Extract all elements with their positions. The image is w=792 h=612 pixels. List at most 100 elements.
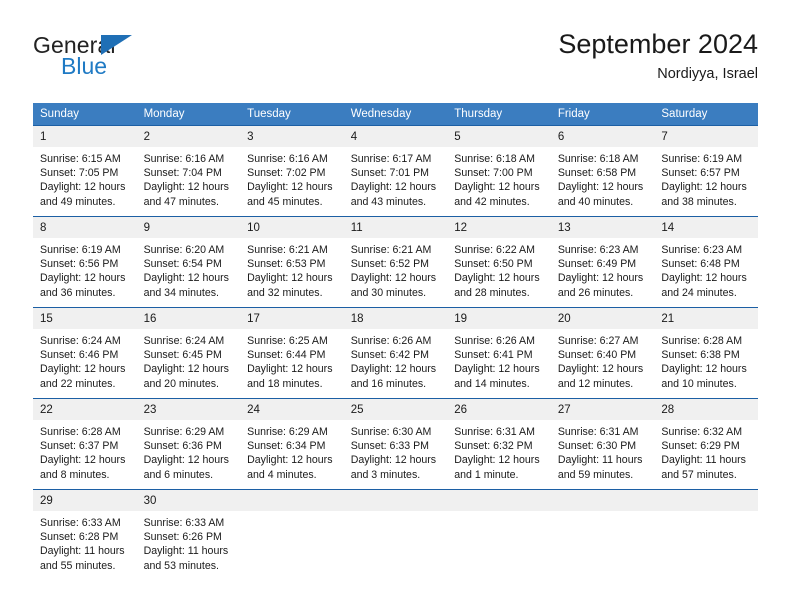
day-number: 19: [447, 308, 551, 329]
day-details: Sunrise: 6:32 AM Sunset: 6:29 PM Daylight:…: [654, 420, 758, 482]
day-details: Sunrise: 6:24 AM Sunset: 6:46 PM Daylight:…: [33, 329, 137, 391]
day-cell-empty: [240, 489, 344, 578]
day-number: 4: [343, 126, 448, 147]
day-number: [550, 490, 655, 511]
day-cell[interactable]: 28 Sunrise: 6:32 AM Sunset: 6:29 PM Dayligh…: [654, 398, 758, 490]
day-cell[interactable]: 21 Sunrise: 6:28 AM Sunset: 6:38 PM Dayligh…: [654, 307, 758, 399]
daylight-line-1: Daylight: 12 hours: [350, 363, 437, 376]
day-cell[interactable]: 25 Sunrise: 6:30 AM Sunset: 6:33 PM Dayligh…: [343, 398, 448, 490]
sunset-line: Sunset: 6:37 PM: [40, 440, 119, 453]
day-cell[interactable]: 1 Sunrise: 6:15 AM Sunset: 7:05 PM Daylight…: [33, 125, 137, 217]
daylight-line-2: and 10 minutes.: [661, 377, 737, 390]
day-cell[interactable]: 3 Sunrise: 6:16 AM Sunset: 7:02 PM Daylight…: [240, 125, 344, 217]
daylight-line-2: and 28 minutes.: [454, 286, 530, 299]
sunset-line: Sunset: 6:42 PM: [350, 349, 430, 362]
daylight-line-1: Daylight: 12 hours: [557, 181, 644, 194]
day-cell[interactable]: 29 Sunrise: 6:33 AM Sunset: 6:28 PM Dayligh…: [33, 489, 137, 578]
day-details: [344, 511, 448, 516]
day-cell[interactable]: 26 Sunrise: 6:31 AM Sunset: 6:32 PM Dayligh…: [447, 398, 551, 490]
day-cell[interactable]: 7 Sunrise: 6:19 AM Sunset: 6:57 PM Daylight…: [654, 125, 758, 217]
day-cell-empty: [447, 489, 551, 578]
day-details: Sunrise: 6:25 AM Sunset: 6:44 PM Daylight:…: [240, 329, 344, 391]
sunrise-line: Sunrise: 6:27 AM: [557, 335, 639, 347]
day-number: 7: [654, 126, 758, 147]
day-number: 24: [240, 399, 344, 420]
day-cell[interactable]: 27 Sunrise: 6:31 AM Sunset: 6:30 PM Dayligh…: [550, 398, 655, 490]
sunset-line: Sunset: 6:50 PM: [454, 258, 533, 271]
day-number: 13: [550, 217, 655, 238]
day-cell[interactable]: 10 Sunrise: 6:21 AM Sunset: 6:53 PM Dayligh…: [240, 216, 344, 308]
page-title: September 2024: [558, 29, 758, 59]
day-details: Sunrise: 6:22 AM Sunset: 6:50 PM Daylight:…: [447, 238, 551, 300]
day-cell-empty: [550, 489, 655, 578]
daylight-line-1: Daylight: 12 hours: [40, 181, 126, 194]
day-cell[interactable]: 6 Sunrise: 6:18 AM Sunset: 6:58 PM Daylight…: [550, 125, 655, 217]
calendar-page: General Blue September 2024 Nordiyya, Is…: [0, 0, 792, 612]
daylight-line-2: and 38 minutes.: [661, 195, 737, 208]
sunset-line: Sunset: 7:05 PM: [40, 167, 119, 180]
sunrise-line: Sunrise: 6:31 AM: [557, 426, 639, 438]
daylight-line-2: and 53 minutes.: [143, 559, 219, 572]
day-cell[interactable]: 23 Sunrise: 6:29 AM Sunset: 6:36 PM Dayligh…: [136, 398, 241, 490]
sunrise-line: Sunrise: 6:18 AM: [454, 153, 535, 165]
sunset-line: Sunset: 6:41 PM: [454, 349, 533, 362]
daylight-line-2: and 59 minutes.: [557, 468, 634, 481]
sunrise-line: Sunrise: 6:29 AM: [247, 426, 328, 438]
daylight-line-2: and 14 minutes.: [454, 377, 530, 390]
day-cell[interactable]: 24 Sunrise: 6:29 AM Sunset: 6:34 PM Dayligh…: [240, 398, 344, 490]
day-cell[interactable]: 30 Sunrise: 6:33 AM Sunset: 6:26 PM Dayligh…: [136, 489, 241, 578]
day-details: Sunrise: 6:19 AM Sunset: 6:57 PM Daylight:…: [654, 147, 758, 209]
week-row: 15 Sunrise: 6:24 AM Sunset: 6:46 PM Dayligh…: [33, 307, 758, 399]
sunset-line: Sunset: 6:54 PM: [143, 258, 222, 271]
day-cell[interactable]: 2 Sunrise: 6:16 AM Sunset: 7:04 PM Daylight…: [136, 125, 241, 217]
day-cell[interactable]: 4 Sunrise: 6:17 AM Sunset: 7:01 PM Daylight…: [343, 125, 448, 217]
daylight-line-1: Daylight: 12 hours: [661, 181, 747, 194]
day-cell[interactable]: 19 Sunrise: 6:26 AM Sunset: 6:41 PM Dayligh…: [447, 307, 551, 399]
day-cell[interactable]: 8 Sunrise: 6:19 AM Sunset: 6:56 PM Daylight…: [33, 216, 137, 308]
day-number: 29: [33, 490, 137, 511]
day-details: Sunrise: 6:23 AM Sunset: 6:48 PM Daylight:…: [654, 238, 758, 300]
day-number: 23: [136, 399, 241, 420]
daylight-line-2: and 12 minutes.: [557, 377, 634, 390]
day-cell[interactable]: 15 Sunrise: 6:24 AM Sunset: 6:46 PM Dayligh…: [33, 307, 137, 399]
day-cell[interactable]: 20 Sunrise: 6:27 AM Sunset: 6:40 PM Dayligh…: [550, 307, 655, 399]
sunrise-line: Sunrise: 6:25 AM: [247, 335, 328, 347]
day-cell[interactable]: 17 Sunrise: 6:25 AM Sunset: 6:44 PM Dayligh…: [240, 307, 344, 399]
day-details: Sunrise: 6:27 AM Sunset: 6:40 PM Daylight:…: [551, 329, 655, 391]
sunset-line: Sunset: 6:33 PM: [350, 440, 430, 453]
day-cell[interactable]: 9 Sunrise: 6:20 AM Sunset: 6:54 PM Daylight…: [136, 216, 241, 308]
day-number: 8: [33, 217, 137, 238]
day-cell[interactable]: 16 Sunrise: 6:24 AM Sunset: 6:45 PM Dayligh…: [136, 307, 241, 399]
daylight-line-1: Daylight: 11 hours: [40, 545, 125, 558]
day-cell[interactable]: 11 Sunrise: 6:21 AM Sunset: 6:52 PM Dayligh…: [343, 216, 448, 308]
day-cell[interactable]: 13 Sunrise: 6:23 AM Sunset: 6:49 PM Dayligh…: [550, 216, 655, 308]
sunset-line: Sunset: 6:53 PM: [247, 258, 326, 271]
logo-text-blue: Blue: [61, 53, 108, 79]
day-details: Sunrise: 6:21 AM Sunset: 6:52 PM Daylight:…: [344, 238, 448, 300]
day-number: 26: [447, 399, 551, 420]
daylight-line-1: Daylight: 12 hours: [143, 272, 229, 285]
day-cell[interactable]: 22 Sunrise: 6:28 AM Sunset: 6:37 PM Dayligh…: [33, 398, 137, 490]
daylight-line-2: and 4 minutes.: [247, 468, 317, 481]
daylight-line-2: and 18 minutes.: [247, 377, 323, 390]
sunrise-line: Sunrise: 6:17 AM: [350, 153, 432, 165]
day-details: [447, 511, 551, 516]
day-cell[interactable]: 5 Sunrise: 6:18 AM Sunset: 7:00 PM Daylight…: [447, 125, 551, 217]
day-details: Sunrise: 6:17 AM Sunset: 7:01 PM Daylight:…: [344, 147, 448, 209]
day-details: Sunrise: 6:33 AM Sunset: 6:26 PM Daylight:…: [137, 511, 241, 573]
sunrise-line: Sunrise: 6:29 AM: [143, 426, 225, 438]
day-cell[interactable]: 14 Sunrise: 6:23 AM Sunset: 6:48 PM Dayligh…: [654, 216, 758, 308]
week-row: 8 Sunrise: 6:19 AM Sunset: 6:56 PM Daylight…: [33, 216, 758, 308]
weekday-header-friday: Friday: [550, 103, 655, 126]
day-number: 27: [550, 399, 655, 420]
day-cell[interactable]: 12 Sunrise: 6:22 AM Sunset: 6:50 PM Dayligh…: [447, 216, 551, 308]
day-details: Sunrise: 6:30 AM Sunset: 6:33 PM Daylight:…: [344, 420, 448, 482]
sunrise-line: Sunrise: 6:18 AM: [557, 153, 639, 165]
daylight-line-1: Daylight: 11 hours: [557, 454, 643, 467]
daylight-line-2: and 26 minutes.: [557, 286, 634, 299]
day-cell[interactable]: 18 Sunrise: 6:26 AM Sunset: 6:42 PM Dayligh…: [343, 307, 448, 399]
day-details: Sunrise: 6:16 AM Sunset: 7:02 PM Daylight:…: [240, 147, 344, 209]
sunset-line: Sunset: 6:34 PM: [247, 440, 326, 453]
daylight-line-2: and 49 minutes.: [40, 195, 116, 208]
day-number: 11: [343, 217, 448, 238]
